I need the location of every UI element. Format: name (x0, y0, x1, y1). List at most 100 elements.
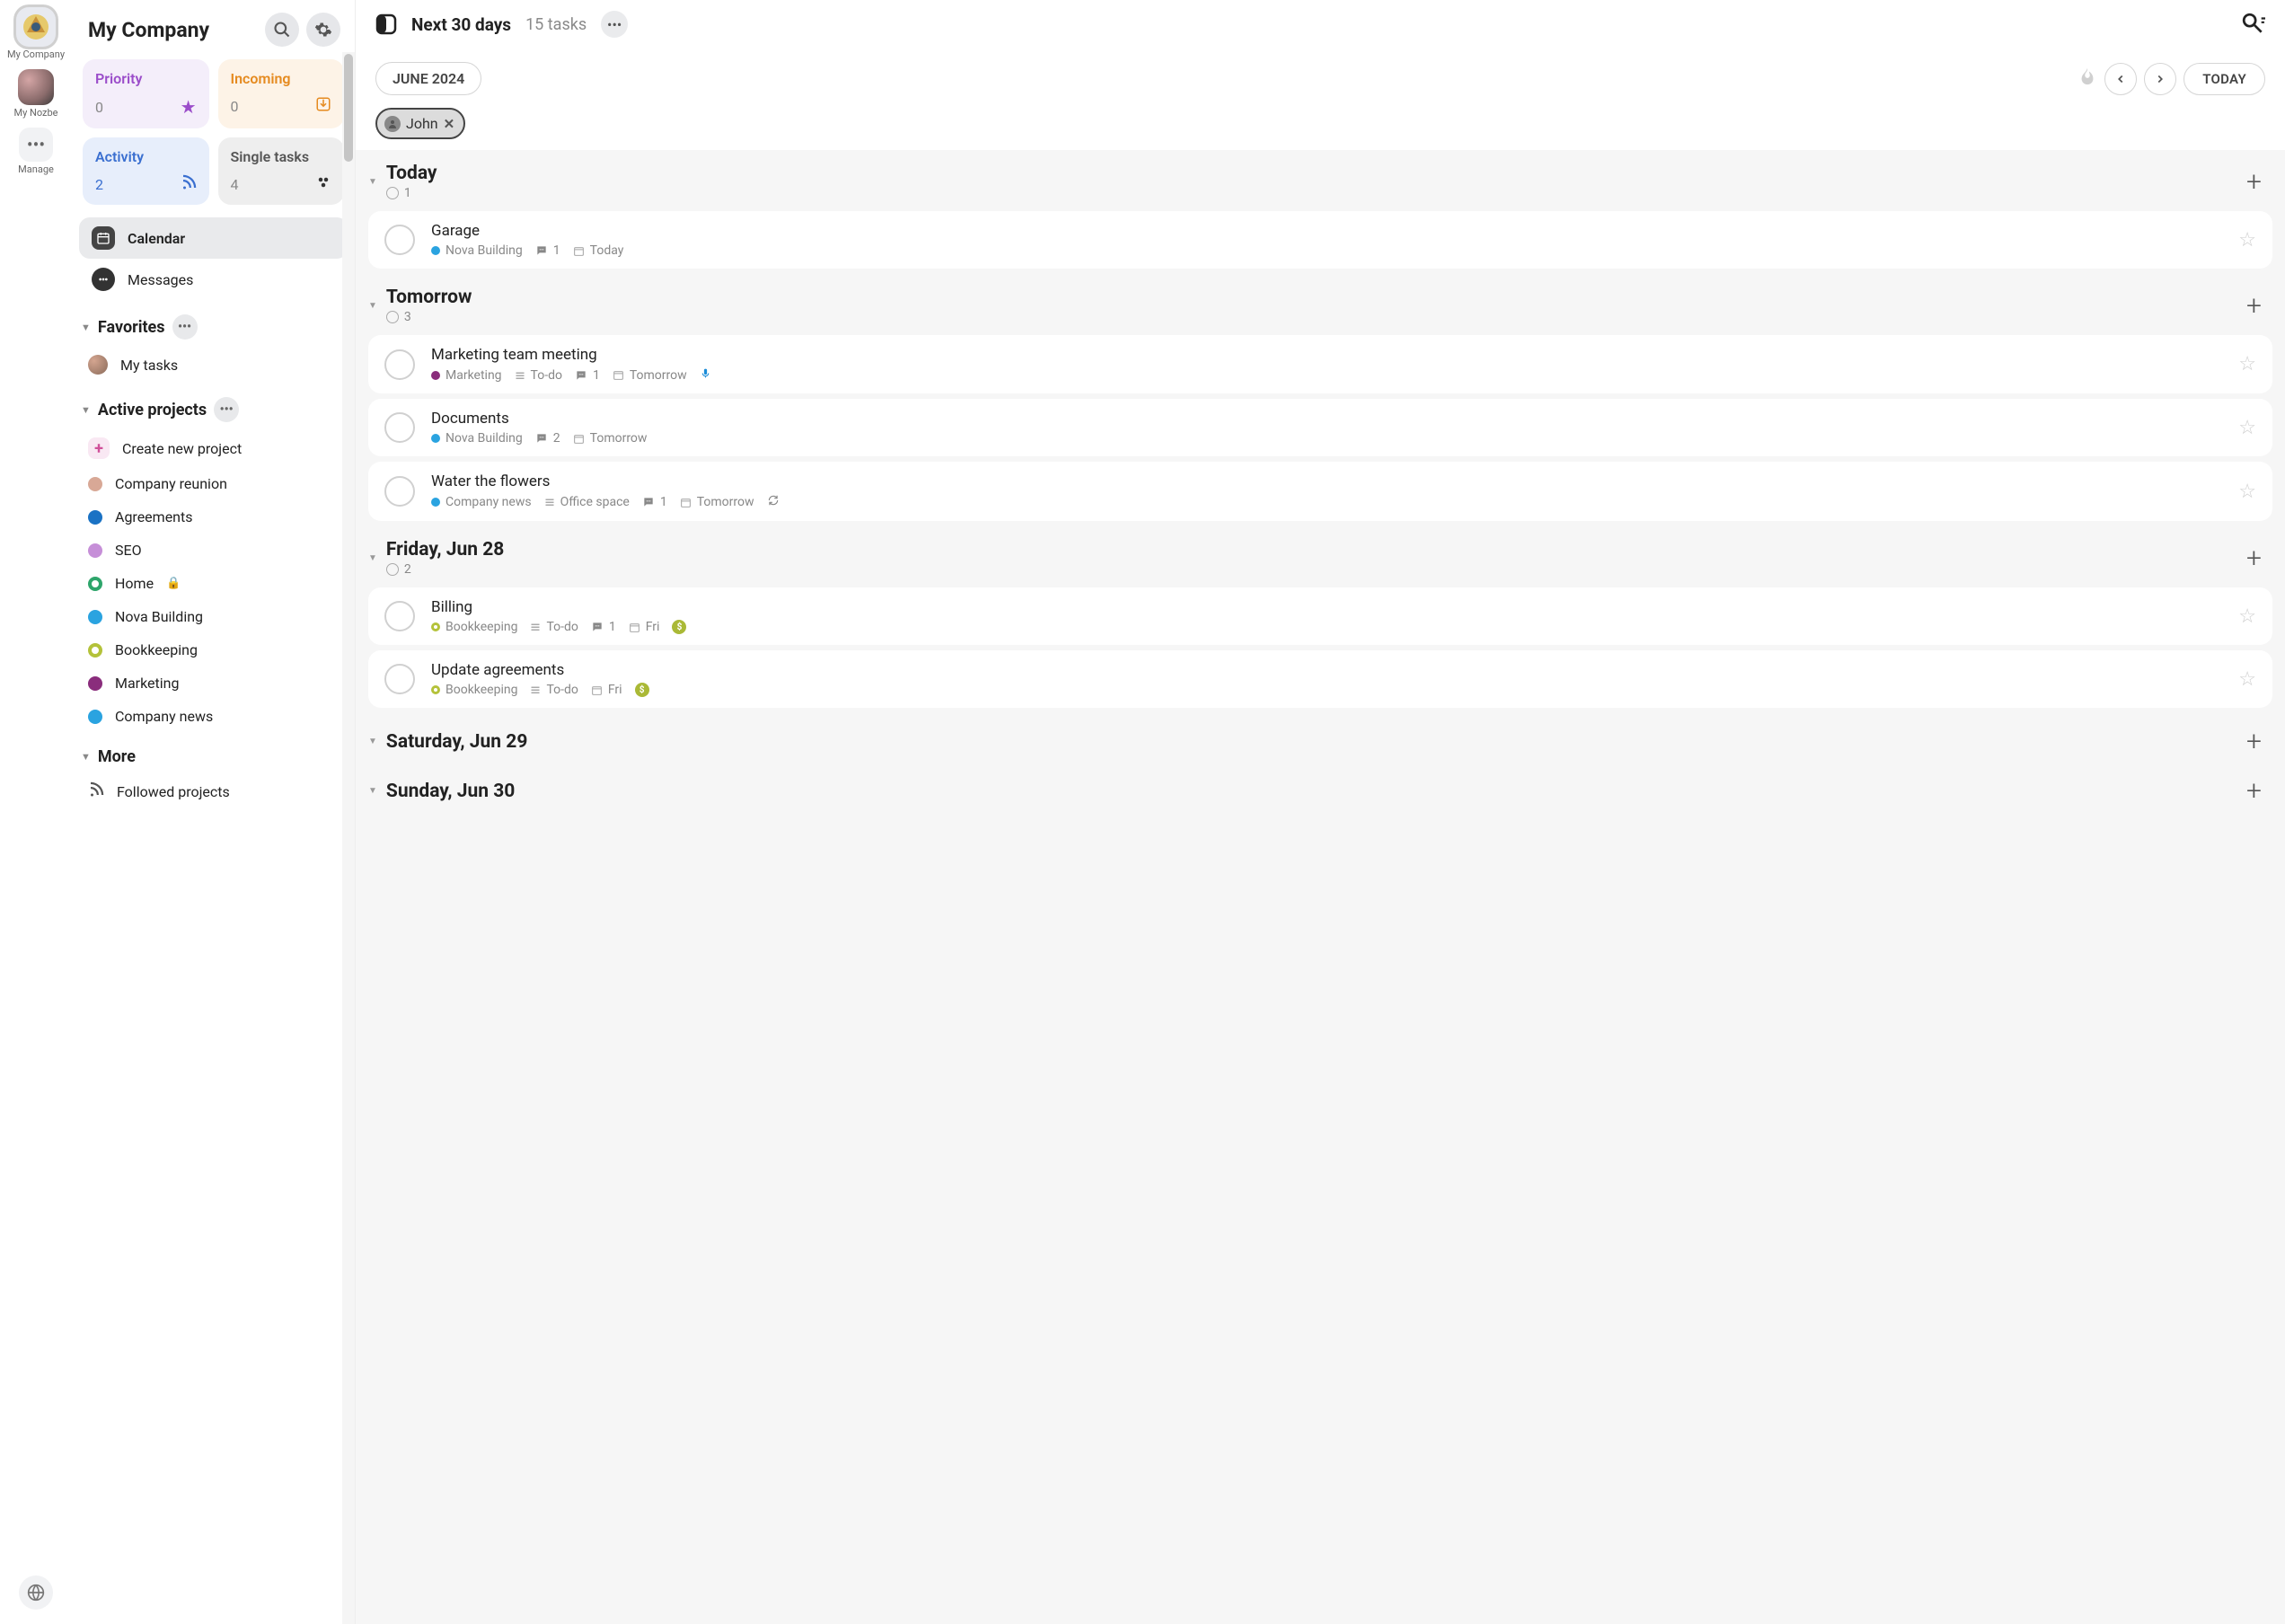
task-checkbox[interactable] (384, 476, 415, 507)
task-checkbox[interactable] (384, 601, 415, 631)
create-project-button[interactable]: + Create new project (72, 429, 355, 467)
star-button[interactable]: ☆ (2238, 229, 2256, 252)
add-task-button[interactable]: + (2246, 290, 2269, 322)
chevron-down-icon[interactable]: ▼ (368, 301, 377, 311)
add-task-button[interactable]: + (2246, 166, 2269, 198)
day-title: Tomorrow (386, 287, 472, 308)
section-more[interactable]: ▼ More (72, 733, 355, 773)
active-more-button[interactable]: ••• (214, 397, 239, 422)
section-active-label: Active projects (98, 401, 207, 419)
section-icon (530, 622, 541, 632)
view-title: Next 30 days (411, 14, 511, 35)
task-card[interactable]: BillingBookkeepingTo-do1Fri$☆ (368, 587, 2272, 645)
chevron-down-icon[interactable]: ▼ (368, 737, 377, 746)
task-card[interactable]: Marketing team meetingMarketingTo-do1Tom… (368, 335, 2272, 393)
project-label: Agreements (115, 508, 193, 525)
tile-single-tasks[interactable]: Single tasks 4 (218, 137, 345, 205)
project-color-dot (431, 685, 440, 694)
workspace-nozbe[interactable]: My Nozbe (13, 69, 57, 119)
favorites-more-button[interactable]: ••• (172, 314, 198, 340)
project-item[interactable]: SEO (72, 534, 355, 567)
nozbe-avatar-icon (18, 69, 54, 105)
day-count: 2 (386, 562, 504, 577)
workspace-company[interactable]: My Company (7, 7, 65, 60)
star-button[interactable]: ☆ (2238, 353, 2256, 375)
project-color-dot (431, 622, 440, 631)
project-color-dot (88, 710, 102, 724)
section-active-projects[interactable]: ▼ Active projects ••• (72, 383, 355, 429)
tile-activity[interactable]: Activity 2 (83, 137, 209, 205)
filter-row: John ✕ (356, 108, 2285, 150)
project-item[interactable]: Company reunion (72, 467, 355, 500)
nav-calendar[interactable]: Calendar (79, 217, 348, 259)
favorites-mytasks-label: My tasks (120, 357, 178, 374)
followed-projects-item[interactable]: Followed projects (72, 773, 355, 809)
comment-icon (535, 244, 548, 257)
task-meta: MarketingTo-do1Tomorrow (431, 367, 2222, 383)
star-button[interactable]: ☆ (2238, 668, 2256, 691)
sidebar-title: My Company (88, 18, 258, 42)
star-button[interactable]: ☆ (2238, 605, 2256, 628)
tile-incoming[interactable]: Incoming 0 (218, 59, 345, 128)
task-card[interactable]: DocumentsNova Building2Tomorrow☆ (368, 399, 2272, 456)
today-button[interactable]: TODAY (2184, 63, 2265, 95)
section-more-label: More (98, 747, 136, 766)
task-card[interactable]: Update agreementsBookkeepingTo-doFri$☆ (368, 650, 2272, 708)
task-card[interactable]: GarageNova Building1Today☆ (368, 211, 2272, 269)
chevron-down-icon[interactable]: ▼ (368, 553, 377, 563)
task-card[interactable]: Water the flowersCompany newsOffice spac… (368, 462, 2272, 521)
prev-button[interactable] (2104, 63, 2137, 95)
project-item[interactable]: Home🔒 (72, 567, 355, 600)
add-task-button[interactable]: + (2246, 775, 2269, 807)
star-button[interactable]: ☆ (2238, 481, 2256, 503)
day-title: Today (386, 163, 437, 184)
month-selector[interactable]: JUNE 2024 (375, 62, 481, 95)
settings-button[interactable] (306, 13, 340, 47)
task-checkbox[interactable] (384, 664, 415, 694)
inbox-icon (315, 96, 331, 117)
task-checkbox[interactable] (384, 225, 415, 255)
project-label: Nova Building (115, 608, 203, 625)
task-meta: Nova Building2Tomorrow (431, 431, 2222, 446)
calendar-small-icon (613, 369, 624, 381)
project-item[interactable]: Company news (72, 700, 355, 733)
comment-icon (575, 369, 587, 382)
person-icon (384, 116, 401, 132)
tile-priority[interactable]: Priority 0 ★ (83, 59, 209, 128)
section-favorites[interactable]: ▼ Favorites ••• (72, 300, 355, 347)
tile-incoming-count: 0 (231, 98, 239, 115)
calendar-icon (92, 226, 115, 250)
workspace-nozbe-label: My Nozbe (13, 107, 57, 119)
close-icon[interactable]: ✕ (444, 116, 455, 132)
favorites-item-mytasks[interactable]: My tasks (72, 347, 355, 383)
search-button[interactable] (265, 13, 299, 47)
project-item[interactable]: Nova Building (72, 600, 355, 633)
task-checkbox[interactable] (384, 349, 415, 380)
task-checkbox[interactable] (384, 412, 415, 443)
star-button[interactable]: ☆ (2238, 417, 2256, 439)
header-more-button[interactable]: ••• (601, 11, 628, 38)
project-item[interactable]: Agreements (72, 500, 355, 534)
filter-chip-person[interactable]: John ✕ (375, 108, 465, 139)
workspace-manage[interactable]: ••• Manage (18, 128, 54, 175)
sidebar-scrollbar-thumb[interactable] (344, 54, 353, 162)
next-button[interactable] (2144, 63, 2176, 95)
tile-single-title: Single tasks (231, 148, 332, 165)
chevron-down-icon[interactable]: ▼ (368, 786, 377, 796)
project-item[interactable]: Bookkeeping (72, 633, 355, 666)
task-list[interactable]: ▼Today1+GarageNova Building1Today☆▼Tomor… (356, 150, 2285, 1624)
filter-toggle-icon[interactable] (2242, 13, 2265, 36)
create-project-label: Create new project (122, 440, 242, 457)
project-label: Company reunion (115, 475, 227, 492)
contrast-icon[interactable] (375, 13, 397, 35)
nav-messages[interactable]: Messages (79, 259, 348, 300)
project-label: SEO (115, 542, 142, 559)
chevron-down-icon[interactable]: ▼ (368, 177, 377, 187)
project-item[interactable]: Marketing (72, 666, 355, 700)
section-icon (544, 497, 555, 508)
fire-icon[interactable] (2078, 66, 2097, 91)
task-title: Water the flowers (431, 472, 2222, 490)
globe-button[interactable] (19, 1575, 53, 1610)
add-task-button[interactable]: + (2246, 543, 2269, 574)
add-task-button[interactable]: + (2246, 726, 2269, 757)
